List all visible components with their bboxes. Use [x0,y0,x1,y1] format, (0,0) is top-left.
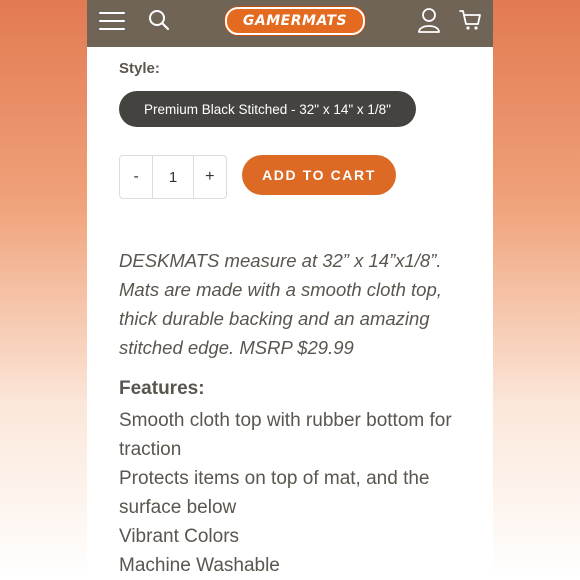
top-navigation-bar: GAMERMATS [87,0,493,47]
features-heading: Features: [119,378,205,399]
quantity-stepper: - 1 + [119,155,227,199]
style-option-button[interactable]: Premium Black Stitched - 32" x 14" x 1/8… [119,91,416,127]
style-label: Style: [119,60,160,77]
feature-item: Smooth cloth top with rubber bottom for … [119,410,452,460]
product-page: GAMERMATS Style: Premium Black Stitched … [87,0,493,580]
feature-item: Protects items on top of mat, and the su… [119,468,430,518]
gamermats-logo[interactable]: GAMERMATS [225,7,365,35]
user-icon[interactable] [417,7,441,33]
feature-item: Machine Washable [119,555,280,576]
cart-icon[interactable] [459,8,483,32]
add-to-cart-button[interactable]: ADD TO CART [242,155,396,195]
product-description: DESKMATS measure at 32” x 14”x1/8”. Mats… [119,250,442,358]
features-list: Smooth cloth top with rubber bottom for … [119,406,469,580]
search-icon[interactable] [147,8,171,32]
hamburger-menu-icon[interactable] [99,10,125,32]
quantity-input[interactable]: 1 [153,156,194,198]
quantity-increase-button[interactable]: + [194,156,226,198]
logo-text: GAMERMATS [242,13,348,29]
feature-item: Vibrant Colors [119,526,240,547]
quantity-decrease-button[interactable]: - [120,156,154,198]
